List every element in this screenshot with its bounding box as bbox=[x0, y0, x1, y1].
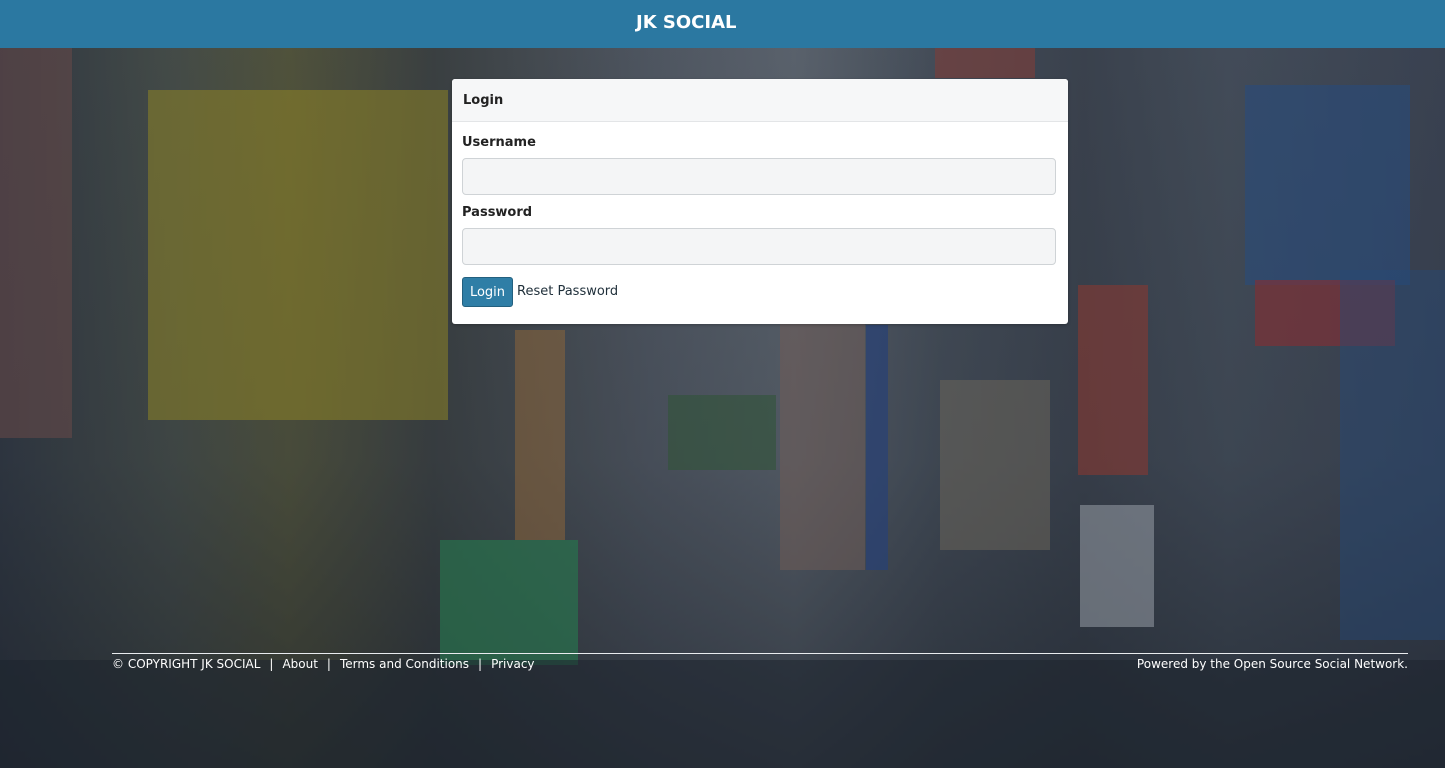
login-page: JK SOCIAL Login Username Password Login … bbox=[0, 0, 1445, 768]
username-label: Username bbox=[462, 135, 536, 150]
top-bar: JK SOCIAL bbox=[0, 0, 1445, 48]
footer-link-terms[interactable]: Terms and Conditions bbox=[340, 657, 469, 671]
login-card-title: Login bbox=[463, 93, 504, 108]
login-card: Login Username Password Login Reset Pass… bbox=[452, 79, 1068, 324]
username-input[interactable] bbox=[462, 158, 1056, 195]
site-brand[interactable]: JK SOCIAL bbox=[636, 12, 737, 33]
reset-password-link[interactable]: Reset Password bbox=[517, 284, 618, 299]
footer-separator: | bbox=[269, 657, 274, 671]
footer-divider bbox=[112, 653, 1408, 654]
login-button[interactable]: Login bbox=[462, 277, 513, 307]
footer-links: © COPYRIGHT JK SOCIAL | About | Terms and Co… bbox=[112, 657, 535, 671]
footer-copyright: © COPYRIGHT JK SOCIAL bbox=[112, 657, 261, 671]
password-label: Password bbox=[462, 205, 533, 220]
login-card-header: Login bbox=[452, 79, 1068, 122]
password-input[interactable] bbox=[462, 228, 1056, 265]
footer-link-about[interactable]: About bbox=[282, 657, 317, 671]
footer-separator: | bbox=[326, 657, 331, 671]
footer-separator: | bbox=[478, 657, 483, 671]
footer-link-privacy[interactable]: Privacy bbox=[491, 657, 534, 671]
footer-powered-by[interactable]: Powered by the Open Source Social Networ… bbox=[1137, 657, 1408, 671]
